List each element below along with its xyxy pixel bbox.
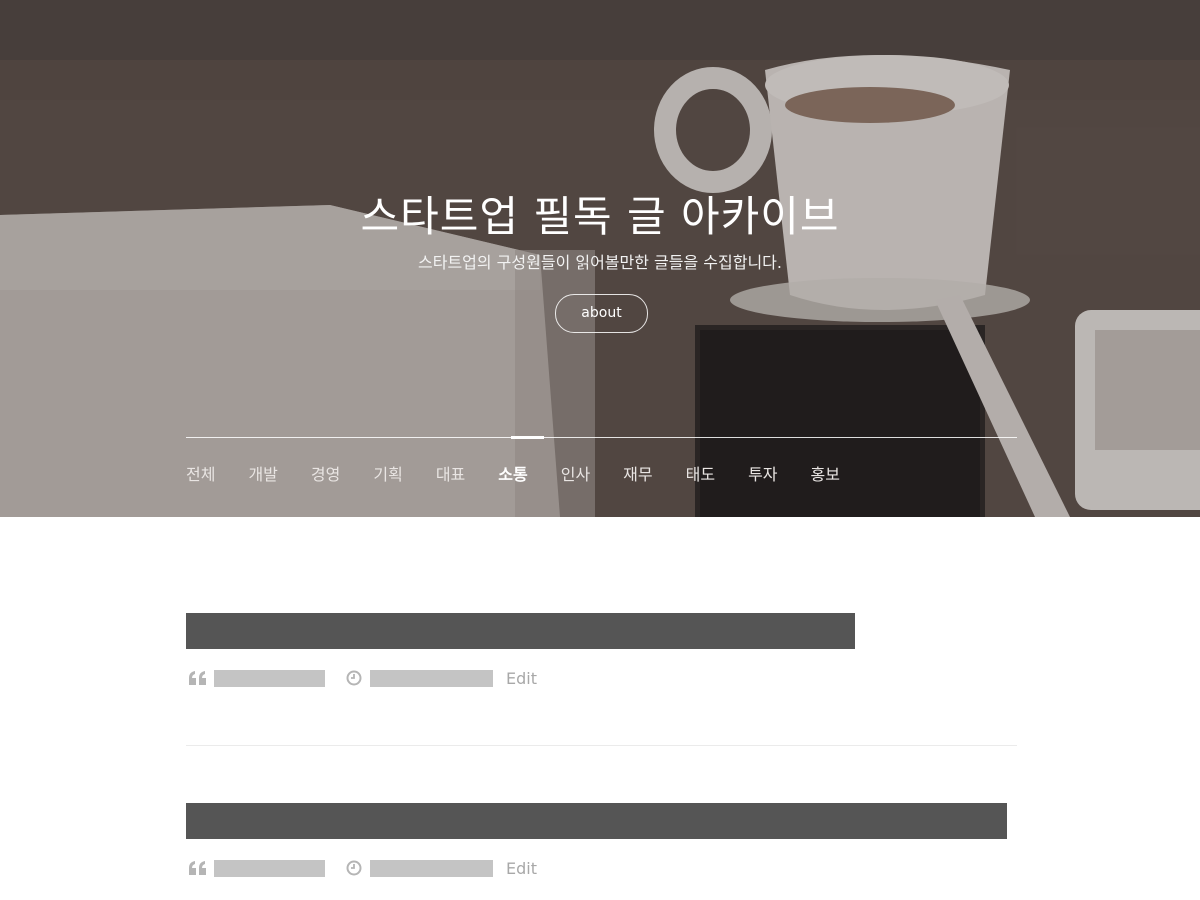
nav-item-hr[interactable]: 인사	[561, 463, 590, 487]
quote-icon	[188, 858, 208, 878]
nav-item-management[interactable]: 경영	[311, 463, 340, 487]
post-item	[186, 803, 1007, 839]
nav-item-attitude[interactable]: 태도	[686, 463, 715, 487]
site-subtitle: 스타트업의 구성원들이 읽어볼만한 글들을 수집합니다.	[418, 253, 782, 272]
nav-item-planning[interactable]: 기획	[373, 463, 402, 487]
nav-item-communication[interactable]: 소통	[498, 463, 527, 487]
category-nav: 전체 개발 경영 기획 대표 소통 인사 재무 태도 투자 홍보	[186, 463, 840, 487]
post-title-redacted[interactable]	[186, 613, 855, 649]
date-redacted	[370, 669, 493, 687]
site-title: 스타트업 필독 글 아카이브	[360, 192, 840, 241]
author-redacted	[214, 669, 325, 687]
post-divider	[186, 745, 1017, 746]
clock-icon	[344, 668, 364, 688]
author-redacted	[214, 859, 325, 877]
post-title-redacted[interactable]	[186, 803, 1007, 839]
nav-item-all[interactable]: 전체	[186, 463, 215, 487]
post-item	[186, 613, 855, 649]
nav-item-investment[interactable]: 투자	[748, 463, 777, 487]
post-meta: Edit	[188, 668, 537, 688]
nav-item-pr[interactable]: 홍보	[811, 463, 840, 487]
clock-icon	[344, 858, 364, 878]
nav-active-indicator	[511, 436, 544, 439]
date-redacted	[370, 859, 493, 877]
nav-item-ceo[interactable]: 대표	[436, 463, 465, 487]
about-button[interactable]: about	[555, 294, 648, 333]
nav-item-development[interactable]: 개발	[248, 463, 277, 487]
edit-link[interactable]: Edit	[506, 859, 537, 878]
post-meta: Edit	[188, 858, 537, 878]
hero-header: 스타트업 필독 글 아카이브 스타트업의 구성원들이 읽어볼만한 글들을 수집합…	[0, 0, 1200, 517]
nav-divider	[186, 437, 1017, 438]
quote-icon	[188, 668, 208, 688]
edit-link[interactable]: Edit	[506, 669, 537, 688]
nav-item-finance[interactable]: 재무	[623, 463, 652, 487]
